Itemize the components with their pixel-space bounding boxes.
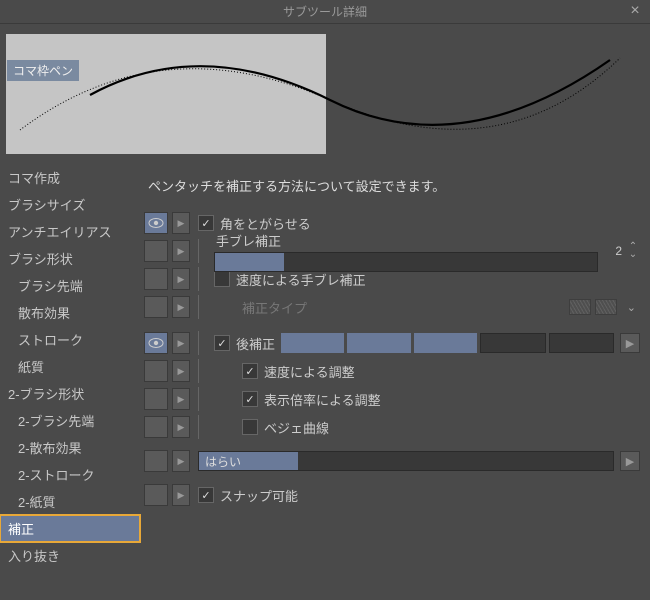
- row-speed-adjust: ▶ 速度による調整: [144, 357, 640, 385]
- arrow-right-icon[interactable]: ▶: [620, 333, 640, 353]
- label-taper: はらい: [205, 453, 241, 470]
- eye-icon[interactable]: [144, 484, 168, 506]
- expand-icon[interactable]: ▶: [172, 332, 190, 354]
- group-bracket: [198, 239, 206, 263]
- label-zoom-adjust: 表示倍率による調整: [264, 390, 381, 409]
- preview-stroke: [0, 30, 640, 150]
- spinner-stabilize[interactable]: ⌃⌄: [626, 243, 640, 259]
- sidebar-item-11[interactable]: 2-ストローク: [0, 461, 140, 488]
- expand-icon[interactable]: ▶: [172, 388, 190, 410]
- group-bracket: [198, 295, 206, 319]
- sidebar-item-6[interactable]: ストローク: [0, 326, 140, 353]
- sidebar-item-7[interactable]: 紙質: [0, 353, 140, 380]
- row-correction-type: ▶ 補正タイプ ⌄: [144, 293, 640, 321]
- eye-icon[interactable]: [144, 268, 168, 290]
- label-correction-type: 補正タイプ: [242, 298, 307, 317]
- expand-icon[interactable]: ▶: [172, 416, 190, 438]
- sidebar-item-14[interactable]: 入り抜き: [0, 542, 140, 569]
- eye-icon[interactable]: [144, 240, 168, 262]
- sidebar-item-2[interactable]: アンチエイリアス: [0, 218, 140, 245]
- slider-stabilize[interactable]: [214, 252, 598, 272]
- label-post-correct: 後補正: [236, 334, 275, 353]
- window-title: サブツール詳細: [283, 3, 367, 20]
- group-bracket: [198, 331, 206, 355]
- chevron-down-icon[interactable]: ⌄: [623, 301, 640, 314]
- checkbox-post-correct[interactable]: [214, 335, 230, 351]
- sidebar-item-3[interactable]: ブラシ形状: [0, 245, 140, 272]
- expand-icon[interactable]: ▶: [172, 240, 190, 262]
- checkbox-sharp-corners[interactable]: [198, 215, 214, 231]
- group-bracket: [198, 415, 206, 439]
- label-snap: スナップ可能: [220, 486, 298, 505]
- expand-icon[interactable]: ▶: [172, 268, 190, 290]
- row-zoom-adjust: ▶ 表示倍率による調整: [144, 385, 640, 413]
- category-sidebar: コマ作成ブラシサイズアンチエイリアスブラシ形状ブラシ先端散布効果ストローク紙質2…: [0, 162, 140, 600]
- sidebar-item-5[interactable]: 散布効果: [0, 299, 140, 326]
- sidebar-item-10[interactable]: 2-散布効果: [0, 434, 140, 461]
- settings-panel: ペンタッチを補正する方法について設定できます。 ▶ 角をとがらせる ▶ 手ブレ補…: [140, 162, 650, 600]
- eye-icon[interactable]: [144, 360, 168, 382]
- eye-icon[interactable]: [144, 388, 168, 410]
- sidebar-item-13[interactable]: 補正: [0, 515, 140, 542]
- arrow-right-icon[interactable]: ▶: [620, 451, 640, 471]
- sidebar-item-4[interactable]: ブラシ先端: [0, 272, 140, 299]
- eye-icon[interactable]: [144, 450, 168, 472]
- segments-post-correct[interactable]: [281, 333, 614, 353]
- value-stabilize: 2: [602, 244, 622, 258]
- expand-icon[interactable]: ▶: [172, 450, 190, 472]
- checkbox-zoom-adjust[interactable]: [242, 391, 258, 407]
- eye-icon[interactable]: [144, 212, 168, 234]
- label-stabilize: 手ブレ補正: [214, 231, 598, 250]
- row-post-correct: ▶ 後補正 ▶: [144, 329, 640, 357]
- panel-description: ペンタッチを補正する方法について設定できます。: [144, 170, 640, 209]
- eye-icon[interactable]: [144, 296, 168, 318]
- label-speed-stabilize: 速度による手ブレ補正: [236, 270, 366, 289]
- expand-icon[interactable]: ▶: [172, 360, 190, 382]
- hatch-icon[interactable]: [569, 299, 591, 315]
- row-taper: ▶ はらい ▶: [144, 447, 640, 475]
- slider-taper[interactable]: はらい: [198, 451, 614, 471]
- checkbox-bezier[interactable]: [242, 419, 258, 435]
- row-snap: ▶ スナップ可能: [144, 481, 640, 509]
- checkbox-snap[interactable]: [198, 487, 214, 503]
- correction-type-options: [569, 299, 617, 315]
- close-icon[interactable]: ×: [626, 2, 644, 20]
- expand-icon[interactable]: ▶: [172, 484, 190, 506]
- sidebar-item-12[interactable]: 2-紙質: [0, 488, 140, 515]
- checkbox-speed-adjust[interactable]: [242, 363, 258, 379]
- sidebar-item-0[interactable]: コマ作成: [0, 164, 140, 191]
- eye-icon[interactable]: [144, 416, 168, 438]
- eye-icon[interactable]: [144, 332, 168, 354]
- row-bezier: ▶ ベジェ曲線: [144, 413, 640, 441]
- label-speed-adjust: 速度による調整: [264, 362, 355, 381]
- group-bracket: [198, 267, 206, 291]
- sidebar-item-1[interactable]: ブラシサイズ: [0, 191, 140, 218]
- checkbox-speed-stabilize[interactable]: [214, 271, 230, 287]
- row-stabilize: ▶ 手ブレ補正 2 ⌃⌄: [144, 237, 640, 265]
- preview-tool-name: コマ枠ペン: [7, 60, 79, 81]
- brush-preview: [6, 30, 644, 156]
- hatch-icon[interactable]: [595, 299, 617, 315]
- group-bracket: [198, 387, 206, 411]
- expand-icon[interactable]: ▶: [172, 296, 190, 318]
- expand-icon[interactable]: ▶: [172, 212, 190, 234]
- titlebar: サブツール詳細 ×: [0, 0, 650, 24]
- group-bracket: [198, 359, 206, 383]
- sidebar-item-9[interactable]: 2-ブラシ先端: [0, 407, 140, 434]
- label-bezier: ベジェ曲線: [264, 418, 329, 437]
- sidebar-item-8[interactable]: 2-ブラシ形状: [0, 380, 140, 407]
